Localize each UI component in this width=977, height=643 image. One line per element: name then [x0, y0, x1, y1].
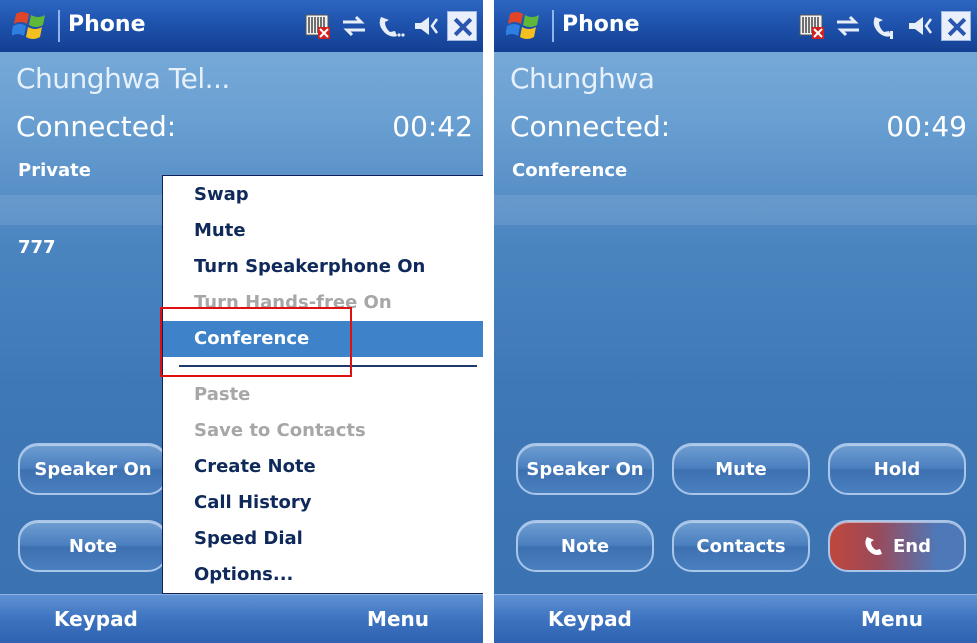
phone-signal-icon[interactable]	[375, 11, 405, 41]
menu-item-call-history[interactable]: Call History	[163, 485, 483, 521]
softkey-bar: Keypad Menu	[494, 594, 977, 643]
end-call-button[interactable]: End	[828, 520, 966, 572]
call-status: Connected:	[510, 110, 671, 143]
conference-highlight-box	[160, 307, 352, 377]
app-title: Phone	[562, 12, 640, 37]
speaker-on-button[interactable]: Speaker On	[516, 443, 654, 495]
context-menu: Swap Mute Turn Speakerphone On Turn Hand…	[162, 175, 483, 594]
menu-item-options[interactable]: Options...	[163, 557, 483, 593]
battery-warning-icon[interactable]	[303, 11, 333, 41]
menu-softkey[interactable]: Menu	[367, 607, 429, 631]
caller-number: 777	[18, 237, 56, 258]
close-icon[interactable]	[941, 11, 971, 41]
end-call-label: End	[893, 535, 931, 557]
right-phone-screen: Phone Chunghwa Connected: 00:49 Conferen…	[494, 0, 977, 643]
sync-arrows-icon[interactable]	[833, 11, 863, 41]
keypad-softkey[interactable]: Keypad	[548, 607, 632, 631]
windows-start-icon[interactable]	[506, 8, 546, 44]
close-icon[interactable]	[447, 11, 477, 41]
menu-softkey[interactable]: Menu	[861, 607, 923, 631]
note-button[interactable]: Note	[18, 520, 168, 572]
softkey-bar: Keypad Menu	[0, 594, 483, 643]
menu-item-save-to-contacts: Save to Contacts	[194, 420, 366, 441]
keypad-softkey[interactable]: Keypad	[54, 607, 138, 631]
note-button[interactable]: Note	[516, 520, 654, 572]
app-title: Phone	[68, 12, 146, 37]
menu-item-swap[interactable]: Swap	[163, 177, 483, 213]
caller-name: Private	[18, 160, 91, 181]
sync-arrows-icon[interactable]	[339, 11, 369, 41]
call-status: Connected:	[16, 110, 177, 143]
speaker-volume-icon[interactable]	[905, 11, 935, 41]
carrier-name: Chunghwa Tel...	[16, 62, 230, 95]
menu-item-speed-dial[interactable]: Speed Dial	[163, 521, 483, 557]
conference-label: Conference	[512, 160, 628, 181]
title-bar: Phone	[0, 0, 483, 52]
title-bar: Phone	[494, 0, 977, 52]
menu-item-paste: Paste	[194, 384, 251, 405]
speaker-on-button[interactable]: Speaker On	[18, 443, 168, 495]
battery-warning-icon[interactable]	[797, 11, 827, 41]
phone-handset-icon	[865, 537, 882, 555]
mute-button[interactable]: Mute	[672, 443, 810, 495]
call-timer: 00:49	[886, 110, 967, 143]
carrier-name: Chunghwa	[510, 62, 655, 95]
contacts-button[interactable]: Contacts	[672, 520, 810, 572]
speaker-volume-icon[interactable]	[411, 11, 441, 41]
hold-button[interactable]: Hold	[828, 443, 966, 495]
windows-start-icon[interactable]	[12, 8, 52, 44]
menu-item-create-note[interactable]: Create Note	[163, 449, 483, 485]
call-timer: 00:42	[392, 110, 473, 143]
menu-item-turn-speakerphone-on[interactable]: Turn Speakerphone On	[163, 249, 483, 285]
phone-signal-icon[interactable]	[869, 11, 899, 41]
menu-item-mute[interactable]: Mute	[163, 213, 483, 249]
